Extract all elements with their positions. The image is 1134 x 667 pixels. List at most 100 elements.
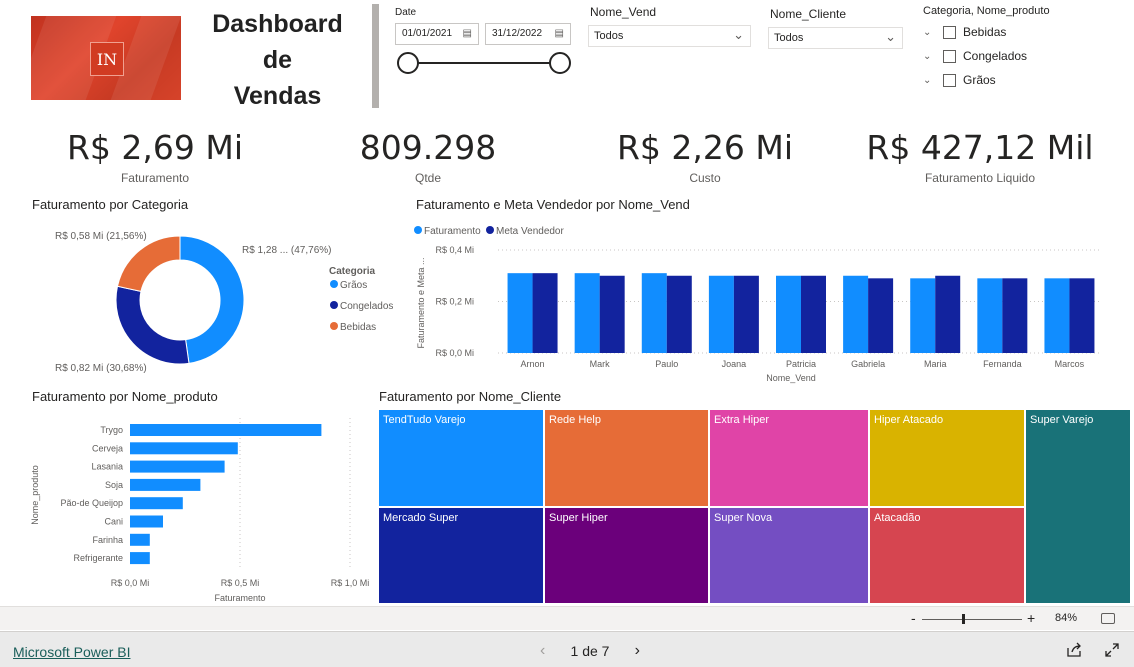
chevron-down-icon: ⌄ <box>885 29 896 44</box>
date-range-slider[interactable] <box>394 50 574 76</box>
donut-legend-item: Grãos <box>340 280 367 291</box>
categoria-item-bebidas[interactable]: ⌄ Bebidas <box>923 23 1027 41</box>
column-bar <box>1069 278 1095 353</box>
zoom-in-button[interactable]: + <box>1027 610 1035 626</box>
treemap-cell[interactable]: TendTudo Varejo <box>378 409 544 507</box>
column-legend-item: Faturamento <box>424 226 481 237</box>
bar-y-axis-label: Nome_produto <box>30 465 40 525</box>
vendedor-selected: Todos <box>594 30 624 42</box>
treemap-title: Faturamento por Nome_Cliente <box>379 389 562 404</box>
treemap-cell[interactable]: Mercado Super <box>378 507 544 604</box>
expand-chevron-icon[interactable]: ⌄ <box>923 27 939 38</box>
cliente-selected: Todos <box>774 32 804 44</box>
column-legend-marker <box>486 226 494 234</box>
kpi-card-custo: R$ 2,26 Mi Custo <box>590 128 820 185</box>
treemap-label: Mercado Super <box>383 512 459 524</box>
treemap-label: Atacadão <box>874 512 921 524</box>
checkbox[interactable] <box>943 49 956 63</box>
donut-data-label: R$ 1,28 ... (47,76%) <box>242 245 332 256</box>
bar-x-axis-label: Faturamento <box>214 593 265 603</box>
page-navigator: ‹ 1 de 7 › <box>540 642 640 660</box>
column-bar <box>843 275 869 353</box>
categoria-slicer-list: ⌄ Bebidas ⌄ Congelados ⌄ Grãos <box>923 23 1027 89</box>
previous-page-icon[interactable]: ‹ <box>540 642 545 660</box>
donut-chart[interactable]: R$ 1,28 ... (47,76%) R$ 0,82 Mi (30,68%) R… <box>30 215 400 385</box>
treemap-cell[interactable]: Rede Help <box>544 409 709 507</box>
expand-chevron-icon[interactable]: ⌄ <box>923 51 939 62</box>
bar-y-tick: Farinha <box>92 535 123 545</box>
column-bar <box>868 278 894 353</box>
treemap-cell[interactable]: Extra Hiper <box>709 409 869 507</box>
column-bar <box>708 275 734 353</box>
column-bar <box>532 273 558 353</box>
zoom-slider-handle[interactable] <box>962 614 965 624</box>
bar-y-tick: Lasania <box>91 462 123 472</box>
treemap-cell[interactable]: Hiper Atacado <box>869 409 1025 507</box>
column-bar <box>776 275 801 353</box>
categoria-item-label: Bebidas <box>963 25 1007 39</box>
bar-y-tick: Soja <box>105 480 123 490</box>
fit-to-page-icon[interactable] <box>1101 613 1115 624</box>
checkbox[interactable] <box>943 25 956 39</box>
fullscreen-icon[interactable] <box>1104 642 1120 658</box>
expand-chevron-icon[interactable]: ⌄ <box>923 75 939 86</box>
donut-legend-marker <box>330 280 338 288</box>
bar-x-tick: R$ 0,0 Mi <box>111 578 150 588</box>
calendar-icon[interactable]: ▤ <box>555 28 564 39</box>
checkbox[interactable] <box>943 73 956 87</box>
logo-mark: IN <box>90 42 124 76</box>
bar-y-tick: Refrigerante <box>73 553 123 563</box>
column-x-axis-label: Nome_Vend <box>766 373 816 383</box>
title-line-1: Dashboard <box>212 10 343 38</box>
slider-start-handle[interactable] <box>397 52 419 74</box>
kpi-label: Custo <box>689 171 721 185</box>
column-x-tick: Marcos <box>1055 359 1085 369</box>
kpi-label: Faturamento Liquido <box>924 171 1036 185</box>
kpi-label: Qtde <box>414 171 441 185</box>
page-indicator: 1 de 7 <box>570 643 610 659</box>
next-page-icon[interactable]: › <box>635 642 640 660</box>
column-y-tick: R$ 0,4 Mi <box>435 245 474 255</box>
horizontal-bar <box>130 497 183 510</box>
treemap-cell[interactable]: Super Nova <box>709 507 869 604</box>
categoria-item-congelados[interactable]: ⌄ Congelados <box>923 47 1027 65</box>
horizontal-bar-chart[interactable]: R$ 0,0 Mi R$ 0,5 Mi R$ 1,0 Mi Trygo Cerveja L… <box>28 410 373 605</box>
column-bar <box>666 275 692 353</box>
kpi-card-faturamento: R$ 2,69 Mi Faturamento <box>40 128 270 185</box>
donut-data-label: R$ 0,82 Mi (30,68%) <box>55 363 147 374</box>
categoria-item-label: Congelados <box>963 49 1028 63</box>
zoom-out-button[interactable]: - <box>911 610 916 626</box>
categoria-item-label: Grãos <box>963 73 996 87</box>
power-bi-link[interactable]: Microsoft Power BI <box>13 644 130 660</box>
cliente-dropdown[interactable]: Todos ⌄ <box>768 27 903 49</box>
donut-chart-title: Faturamento por Categoria <box>32 197 189 212</box>
horizontal-bar <box>130 424 322 436</box>
column-chart-title: Faturamento e Meta Vendedor por Nome_Ven… <box>416 197 690 212</box>
treemap-cell[interactable]: Atacadão <box>869 507 1025 604</box>
cliente-slicer-label: Nome_Cliente <box>770 7 847 21</box>
kpi-value: R$ 427,12 Mil <box>866 128 1094 167</box>
column-bar <box>801 275 826 353</box>
horizontal-bar <box>130 533 150 546</box>
horizontal-bar <box>130 478 201 491</box>
treemap-cell[interactable]: Super Hiper <box>544 507 709 604</box>
treemap-label: Extra Hiper <box>714 414 770 426</box>
column-x-tick: Maria <box>924 359 947 369</box>
date-start-input[interactable]: 01/01/2021 ▤ <box>395 23 479 45</box>
bar-y-tick: Cani <box>104 517 123 527</box>
column-bar <box>507 273 533 353</box>
date-end-input[interactable]: 31/12/2022 ▤ <box>485 23 571 45</box>
treemap-label: Rede Help <box>549 414 601 426</box>
share-icon[interactable] <box>1066 642 1082 658</box>
categoria-item-graos[interactable]: ⌄ Grãos <box>923 71 1027 89</box>
calendar-icon[interactable]: ▤ <box>463 28 472 39</box>
slider-end-handle[interactable] <box>549 52 571 74</box>
column-chart[interactable]: Faturamento Meta Vendedor R$ 0,0 Mi R$ 0,2 … <box>410 218 1110 388</box>
zoom-slider-track[interactable] <box>922 619 1022 620</box>
column-x-tick: Patricia <box>786 359 816 369</box>
vendedor-slicer-label: Nome_Vend <box>590 5 657 19</box>
vendedor-dropdown[interactable]: Todos ⌄ <box>588 25 751 47</box>
treemap-cell[interactable]: Super Varejo <box>1025 409 1131 604</box>
column-legend-item: Meta Vendedor <box>496 226 564 237</box>
column-x-tick: Joana <box>722 359 747 369</box>
